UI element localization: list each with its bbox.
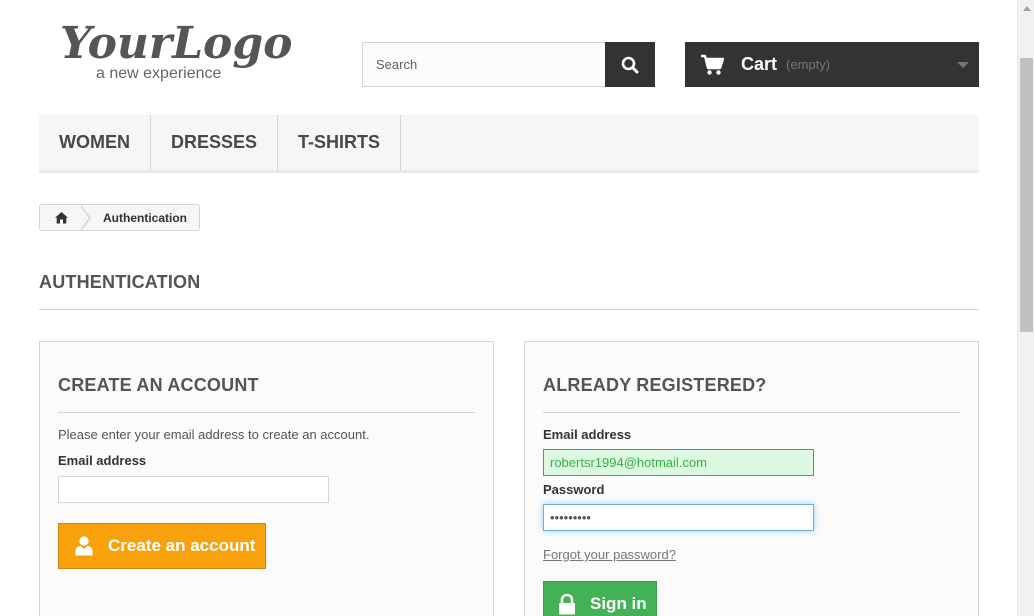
search-input[interactable] xyxy=(362,42,605,87)
cart-icon xyxy=(701,54,724,75)
login-email-field[interactable] xyxy=(543,449,814,476)
login-form: ALREADY REGISTERED? Email address Passwo… xyxy=(524,341,979,616)
create-account-form: CREATE AN ACCOUNT Please enter your emai… xyxy=(39,341,494,616)
logo-tagline: a new experience xyxy=(96,65,222,82)
login-password-field[interactable] xyxy=(543,504,814,531)
breadcrumb: Authentication xyxy=(39,204,200,231)
breadcrumb-current: Authentication xyxy=(103,210,187,225)
main-menu: WOMEN DRESSES T-SHIRTS xyxy=(39,115,979,173)
menu-item-women[interactable]: WOMEN xyxy=(39,115,151,170)
scroll-thumb[interactable] xyxy=(1020,58,1033,332)
cart-status: (empty) xyxy=(786,57,831,72)
cart-button[interactable]: Cart (empty) xyxy=(685,42,979,87)
search-icon xyxy=(621,56,639,73)
logo-graphic: YourLogo a new experience xyxy=(60,18,293,82)
create-email-field[interactable] xyxy=(58,476,329,503)
search-bar xyxy=(362,42,655,87)
logo-main-text: YourLogo xyxy=(60,18,293,69)
forgot-password-link[interactable]: Forgot your password? xyxy=(543,547,676,562)
menu-item-dresses[interactable]: DRESSES xyxy=(151,115,279,170)
sign-in-button[interactable]: Sign in xyxy=(543,581,657,616)
page-scrollbar[interactable] xyxy=(1017,0,1034,616)
home-icon xyxy=(54,212,68,224)
create-account-button-label: Create an account xyxy=(108,536,256,555)
login-title: ALREADY REGISTERED? xyxy=(543,375,960,413)
site-logo[interactable]: YourLogo a new experience xyxy=(60,14,300,86)
cart-label: Cart xyxy=(741,54,778,74)
page-title: AUTHENTICATION xyxy=(39,272,979,310)
create-email-label: Email address xyxy=(58,453,147,468)
login-password-label: Password xyxy=(543,482,605,497)
scroll-up-arrow[interactable] xyxy=(1018,0,1034,17)
create-account-button[interactable]: Create an account xyxy=(58,523,266,569)
create-account-description: Please enter your email address to creat… xyxy=(58,427,370,442)
lock-icon xyxy=(559,593,575,614)
breadcrumb-separator xyxy=(80,205,91,231)
sign-in-button-label: Sign in xyxy=(590,594,647,613)
breadcrumb-home[interactable] xyxy=(40,205,91,231)
login-email-label: Email address xyxy=(543,427,632,442)
create-account-title: CREATE AN ACCOUNT xyxy=(58,375,475,413)
user-icon xyxy=(75,536,93,556)
search-button[interactable] xyxy=(605,42,655,87)
menu-item-tshirts[interactable]: T-SHIRTS xyxy=(278,115,402,170)
chevron-down-icon[interactable] xyxy=(957,62,969,68)
